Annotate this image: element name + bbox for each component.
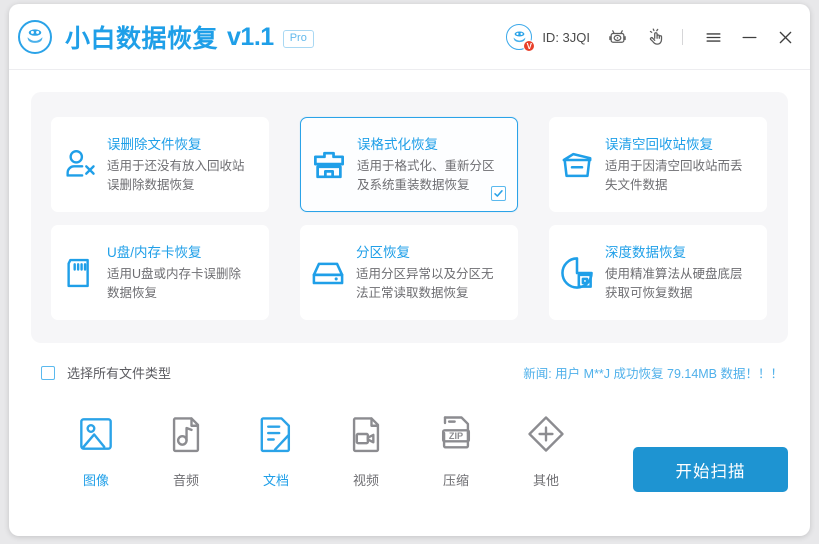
person-delete-icon <box>51 145 107 185</box>
card-desc-line1: 适用于因清空回收站而丢 <box>605 157 743 176</box>
card-desc-line2: 失文件数据 <box>605 176 743 195</box>
vip-badge: V <box>523 40 535 52</box>
file-type-label: 压缩 <box>443 470 469 489</box>
card-desc-line1: 适用于格式化、重新分区 <box>357 157 495 176</box>
card-title: 分区恢复 <box>356 243 494 263</box>
app-title: 小白数据恢复 <box>65 19 218 55</box>
avatar[interactable]: V <box>506 24 532 50</box>
recovery-card-partition[interactable]: 分区恢复 适用分区异常以及分区无 法正常读取数据恢复 <box>300 225 518 320</box>
recovery-card-deleted-files[interactable]: 误删除文件恢复 适用于还没有放入回收站 误删除数据恢复 <box>51 117 269 212</box>
card-desc-line2: 数据恢复 <box>107 284 241 303</box>
titlebar-controls: V ID: 3JQI <box>506 21 795 53</box>
other-file-icon <box>524 406 568 462</box>
robot-icon[interactable] <box>606 26 628 48</box>
options-row: 选择所有文件类型 新闻: 用户 M**J 成功恢复 79.14MB 数据！！！ <box>31 358 791 388</box>
card-title: 误删除文件恢复 <box>107 135 245 155</box>
recovery-card-recycle-bin[interactable]: 误清空回收站恢复 适用于因清空回收站而丢 失文件数据 <box>549 117 767 212</box>
svg-text:ZIP: ZIP <box>449 431 463 441</box>
zip-file-icon: ZIP <box>434 406 478 462</box>
card-desc-line2: 法正常读取数据恢复 <box>356 284 494 303</box>
file-type-label: 视频 <box>353 470 379 489</box>
title-bar: 小白数据恢复 v1.1 Pro V ID: 3 <box>9 4 810 70</box>
start-scan-button[interactable]: 开始扫描 <box>633 447 788 492</box>
file-type-video[interactable]: 视频 <box>321 406 411 489</box>
card-text: 误清空回收站恢复 适用于因清空回收站而丢 失文件数据 <box>605 135 749 195</box>
card-desc-line1: 适用分区异常以及分区无 <box>356 265 494 284</box>
toolbar-divider <box>682 29 683 45</box>
hard-drive-icon <box>300 253 356 293</box>
file-type-label: 图像 <box>83 470 109 489</box>
file-type-label: 文档 <box>263 470 289 489</box>
select-all-filetypes-checkbox[interactable]: 选择所有文件类型 <box>41 363 171 382</box>
app-version: v1.1 <box>227 23 274 52</box>
image-file-icon <box>74 406 118 462</box>
brand: 小白数据恢复 v1.1 Pro <box>18 16 314 58</box>
minimize-icon[interactable] <box>739 27 759 47</box>
robot-mascot-icon <box>18 20 52 54</box>
card-title: 误清空回收站恢复 <box>605 135 743 155</box>
app-window: 小白数据恢复 v1.1 Pro V ID: 3 <box>9 4 810 536</box>
video-file-icon <box>344 406 388 462</box>
card-desc-line2: 及系统重装数据恢复 <box>357 176 495 195</box>
recycle-bin-icon <box>549 145 605 185</box>
hamburger-menu-icon[interactable] <box>703 27 723 47</box>
card-desc-line1: 适用于还没有放入回收站 <box>107 157 245 176</box>
card-text: 误删除文件恢复 适用于还没有放入回收站 误删除数据恢复 <box>107 135 251 195</box>
file-type-archive[interactable]: ZIP 压缩 <box>411 406 501 489</box>
pro-badge: Pro <box>283 30 314 48</box>
close-icon[interactable] <box>775 27 795 47</box>
document-file-icon <box>254 406 298 462</box>
file-type-document[interactable]: 文档 <box>231 406 321 489</box>
file-type-image[interactable]: 图像 <box>51 406 141 489</box>
card-desc-line1: 使用精准算法从硬盘底层 <box>605 265 743 284</box>
hand-click-icon[interactable] <box>644 26 666 48</box>
card-desc-line1: 适用U盘或内存卡误删除 <box>107 265 241 284</box>
card-desc-line2: 获取可恢复数据 <box>605 284 743 303</box>
recovery-card-deep-scan[interactable]: 深度数据恢复 使用精准算法从硬盘底层 获取可恢复数据 <box>549 225 767 320</box>
file-type-label: 音频 <box>173 470 199 489</box>
user-id-label: ID: 3JQI <box>542 30 590 45</box>
deep-scan-pie-icon <box>549 253 605 293</box>
file-type-other[interactable]: 其他 <box>501 406 591 489</box>
recovery-card-usb-sdcard[interactable]: U盘/内存卡恢复 适用U盘或内存卡误删除 数据恢复 <box>51 225 269 320</box>
sd-card-icon <box>51 254 107 292</box>
file-type-label: 其他 <box>533 470 559 489</box>
recovery-modes-panel: 误删除文件恢复 适用于还没有放入回收站 误删除数据恢复 误格式化恢复 适用于格式… <box>31 92 788 343</box>
app-root: 小白数据恢复 v1.1 Pro V ID: 3 <box>0 0 819 544</box>
audio-file-icon <box>164 406 208 462</box>
card-title: 深度数据恢复 <box>605 243 743 263</box>
recovery-card-format[interactable]: 误格式化恢复 适用于格式化、重新分区 及系统重装数据恢复 <box>300 117 518 212</box>
select-all-label: 选择所有文件类型 <box>67 363 171 382</box>
card-text: U盘/内存卡恢复 适用U盘或内存卡误删除 数据恢复 <box>107 243 247 303</box>
file-type-list: 图像 音频 <box>51 406 591 489</box>
checkbox-box <box>41 366 55 380</box>
card-title: 误格式化恢复 <box>357 135 495 155</box>
card-title: U盘/内存卡恢复 <box>107 243 241 263</box>
format-disk-icon <box>301 145 357 185</box>
card-text: 误格式化恢复 适用于格式化、重新分区 及系统重装数据恢复 <box>357 135 501 195</box>
card-text: 深度数据恢复 使用精准算法从硬盘底层 获取可恢复数据 <box>605 243 749 303</box>
news-banner: 新闻: 用户 M**J 成功恢复 79.14MB 数据！！！ <box>523 363 783 382</box>
card-selected-checkbox[interactable] <box>491 186 506 201</box>
file-type-audio[interactable]: 音频 <box>141 406 231 489</box>
card-desc-line2: 误删除数据恢复 <box>107 176 245 195</box>
card-text: 分区恢复 适用分区异常以及分区无 法正常读取数据恢复 <box>356 243 500 303</box>
